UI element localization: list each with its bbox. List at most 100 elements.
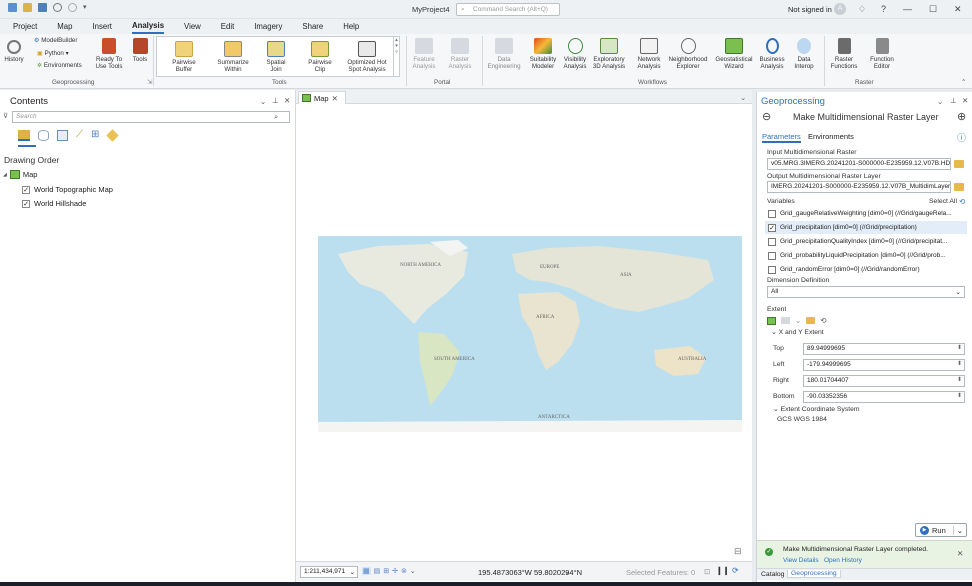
tool-spatial-join[interactable]: Spatial Join xyxy=(261,41,291,73)
spinner-icon[interactable]: ⬍ xyxy=(957,360,962,367)
top-field[interactable]: 89.94999695 ⬍ xyxy=(803,343,965,355)
business-analysis-button[interactable]: Business Analysis xyxy=(756,38,788,70)
ready-to-use-tools-button[interactable]: Ready To Use Tools xyxy=(94,38,124,70)
reset-extent-icon[interactable]: ⟲ xyxy=(820,316,826,325)
maximize-button[interactable]: ☐ xyxy=(929,4,937,15)
selection-icon[interactable] xyxy=(57,130,68,141)
open-history-link[interactable]: Open History xyxy=(824,557,862,564)
tab-geoprocessing[interactable]: Geoprocessing xyxy=(787,570,841,578)
new-project-icon[interactable] xyxy=(8,3,17,12)
geostatistical-wizard-button[interactable]: Geostatistical Wizard xyxy=(712,38,756,70)
network-analysis-button[interactable]: Network Analysis xyxy=(632,38,666,70)
gallery-scroll[interactable]: ▴ ▾ ▿ xyxy=(393,37,399,76)
visibility-analysis-button[interactable]: Visibility Analysis xyxy=(560,38,590,70)
sign-in-status[interactable]: Not signed in xyxy=(788,5,832,14)
tab-share[interactable]: Share xyxy=(302,19,323,34)
raster-functions-button[interactable]: Raster Functions xyxy=(828,38,860,70)
reset-icon[interactable]: ⟲ xyxy=(959,197,965,206)
tab-map[interactable]: Map xyxy=(57,19,72,34)
exploratory-3d-button[interactable]: Exploratory 3D Analysis xyxy=(590,38,628,70)
open-project-icon[interactable] xyxy=(23,3,32,12)
feature-analysis-button[interactable]: Feature Analysis xyxy=(410,38,438,70)
pause-icon[interactable]: ❙❙ xyxy=(716,566,729,575)
dismiss-icon[interactable]: ✕ xyxy=(957,549,963,558)
save-icon[interactable] xyxy=(38,3,47,12)
tools-button[interactable]: Tools xyxy=(130,38,150,63)
collapse-ribbon-icon[interactable]: ⌃ xyxy=(961,79,966,86)
scale-select[interactable]: 1:211,434,971 ⌄ xyxy=(300,566,358,578)
tool-pairwise-buffer[interactable]: Pairwise Buffer xyxy=(167,41,201,73)
tab-catalog[interactable]: Catalog xyxy=(761,571,784,578)
data-source-icon[interactable] xyxy=(38,130,49,141)
view-details-link[interactable]: View Details xyxy=(783,557,819,564)
world-map[interactable]: NORTH AMERICA EUROPE ASIA AFRICA SOUTH A… xyxy=(318,236,742,432)
layer-visibility-checkbox[interactable]: ✓ xyxy=(22,185,30,194)
notifications-icon[interactable]: ♢ xyxy=(858,4,866,15)
bottom-field[interactable]: -90.03352356 ⬍ xyxy=(803,391,965,403)
chevron-down-icon[interactable]: ⌄ xyxy=(952,525,966,535)
tab-insert[interactable]: Insert xyxy=(92,19,112,34)
layer-world-topographic[interactable]: ✓ World Topographic Map xyxy=(22,185,113,194)
raster-analysis-button[interactable]: Raster Analysis xyxy=(445,38,475,70)
browse-extent-icon[interactable] xyxy=(806,317,816,324)
tab-project[interactable]: Project xyxy=(13,19,37,34)
table-icon[interactable]: ▤ xyxy=(374,567,381,575)
tab-view[interactable]: View xyxy=(184,19,201,34)
python-button[interactable]: ▣ Python ▾ xyxy=(37,50,69,57)
chevron-down-icon[interactable]: ⌄ xyxy=(795,316,801,325)
redo-icon[interactable] xyxy=(68,3,77,12)
folder-icon[interactable] xyxy=(954,160,964,168)
tab-overflow-icon[interactable]: ⌄ xyxy=(740,93,746,102)
pin-icon[interactable]: ⊥ xyxy=(950,96,957,105)
folder-icon[interactable] xyxy=(954,183,964,191)
help-icon[interactable]: ⓘ xyxy=(957,131,966,144)
layer-extent-icon[interactable] xyxy=(781,317,790,324)
suitability-modeler-button[interactable]: Suitability Modeler xyxy=(526,38,560,70)
variable-row[interactable]: Grid_precipitationQualityIndex [dim0=0] … xyxy=(765,235,967,248)
selection-tool-icon[interactable]: ⊡ xyxy=(704,567,710,576)
tool-summarize-within[interactable]: Summarize Within xyxy=(211,41,255,73)
map-node[interactable]: ◢ Map xyxy=(3,170,37,179)
spinner-icon[interactable]: ⬍ xyxy=(957,376,962,383)
layer-world-hillshade[interactable]: ✓ World Hillshade xyxy=(22,199,86,208)
chevron-down-icon[interactable]: ⌄ xyxy=(773,406,781,413)
tool-pairwise-clip[interactable]: Pairwise Clip xyxy=(305,41,335,73)
dimension-select[interactable]: All ⌄ xyxy=(767,286,965,298)
chevron-down-icon[interactable]: ⌄ xyxy=(771,329,779,336)
customize-icon[interactable]: ▾ xyxy=(83,3,87,12)
snapping-icon[interactable]: ⊞ xyxy=(91,130,99,141)
refresh-icon[interactable]: ⟳ xyxy=(732,566,739,575)
select-all-link[interactable]: Select All xyxy=(929,198,957,205)
navigation-icon[interactable]: ⊚ xyxy=(401,567,407,575)
variable-checkbox[interactable] xyxy=(768,209,776,218)
expand-icon[interactable]: ◢ xyxy=(3,172,7,178)
environments-button[interactable]: ✲ Environments xyxy=(37,62,82,69)
variable-checkbox[interactable] xyxy=(768,251,776,260)
run-button[interactable]: ▶ Run ⌄ xyxy=(915,523,967,537)
close-icon[interactable]: ✕ xyxy=(962,96,968,105)
undo-icon[interactable] xyxy=(53,3,62,12)
input-raster-field[interactable]: v05.MRG.3IMERG.20241201-S000000-E235959.… xyxy=(767,158,951,170)
editing-icon[interactable]: ⟋ xyxy=(76,130,83,141)
snapping-toggle-icon[interactable]: ⊞ xyxy=(383,567,389,575)
variable-checkbox[interactable] xyxy=(768,265,776,274)
chevron-down-icon[interactable]: ⌄ xyxy=(410,567,416,575)
output-layer-field[interactable]: IMERG.20241201-S000000-E235959.12.V07B_M… xyxy=(767,181,951,193)
neighborhood-explorer-button[interactable]: Neighborhood Explorer xyxy=(666,38,710,70)
tab-parameters[interactable]: Parameters xyxy=(762,132,801,143)
tab-analysis[interactable]: Analysis xyxy=(131,19,165,34)
modelbuilder-button[interactable]: ⚙ ModelBuilder xyxy=(34,37,77,44)
back-icon[interactable]: ⊖ xyxy=(762,110,771,123)
tab-map-view[interactable]: Map ✕ xyxy=(298,91,346,104)
filter-icon[interactable]: ⊽ xyxy=(3,112,8,120)
function-editor-button[interactable]: Function Editor xyxy=(866,38,898,70)
spinner-icon[interactable]: ⬍ xyxy=(957,344,962,351)
map-tool-icon[interactable]: ⊟ xyxy=(734,546,742,557)
variable-checkbox[interactable] xyxy=(768,237,776,246)
tool-optimized-hot-spot[interactable]: Optimized Hot Spot Analysis xyxy=(343,41,391,73)
pane-menu-icon[interactable]: ⌄ xyxy=(937,97,943,106)
grid-icon[interactable]: ▦ xyxy=(362,567,371,575)
tab-edit[interactable]: Edit xyxy=(221,19,234,34)
spinner-icon[interactable]: ⬍ xyxy=(957,392,962,399)
variable-row[interactable]: ✓ Grid_precipitation [dim0=0] (//Grid/pre… xyxy=(765,221,967,234)
